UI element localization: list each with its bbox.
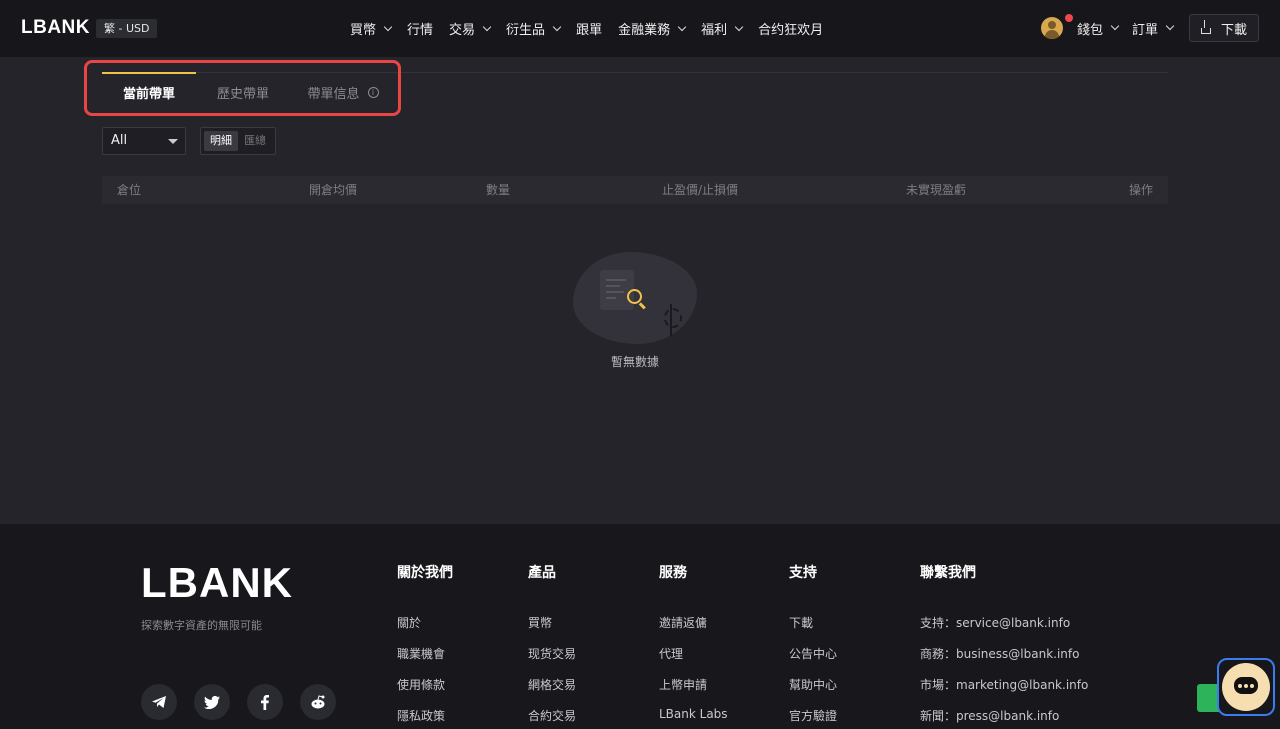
chevron-down-icon [1110,21,1120,31]
wallet-menu[interactable]: 錢包 [1077,19,1120,38]
nav-markets[interactable]: 行情 [407,19,433,38]
chevron-down-icon [552,22,562,31]
main-nav: 買幣 行情 交易 衍生品 跟單 金融業務 福利 合约狂欢月 [350,0,839,57]
annotation-highlight-box [84,60,401,116]
nav-contract-carnival[interactable]: 合约狂欢月 [758,19,823,38]
footer-col-about: 關於我們 關於 職業機會 使用條款 隱私政策 [397,562,453,729]
footer-link[interactable]: 關於 [397,614,453,645]
footer-link[interactable]: 公告中心 [789,645,837,676]
footer-link[interactable]: 網格交易 [528,676,576,707]
download-icon [1200,19,1211,34]
footer-col-products: 產品 買幣 现货交易 網格交易 合約交易 [528,562,576,729]
footer-link[interactable]: 上幣申請 [659,676,728,707]
toggle-summary[interactable]: 匯總 [238,131,272,151]
footer: LBANK 探索數字資產的無限可能 關於我們 關於 職業機會 使用條款 隱私政策… [0,524,1280,729]
chevron-down-icon [1165,21,1175,31]
footer-link[interactable]: 下載 [789,614,837,645]
social-links [141,684,336,720]
footer-link[interactable]: 合約交易 [528,707,576,729]
col-position: 倉位 [117,183,142,197]
magnifier-icon [627,289,642,304]
notification-dot [1065,14,1073,22]
nav-copy-trading[interactable]: 跟單 [576,19,602,38]
empty-message: 暫無數據 [610,355,659,369]
footer-col-title: 產品 [528,565,556,581]
toggle-detail[interactable]: 明細 [204,131,238,151]
col-avg-open-price: 開倉均價 [309,183,358,197]
contact-business-email[interactable]: 商務：business@lbank.info [920,645,1088,676]
footer-col-title: 關於我們 [397,565,453,581]
footer-col-support: 支持 下載 公告中心 幫助中心 官方驗證 [789,562,837,729]
contact-support-email[interactable]: 支持：service@lbank.info [920,614,1088,645]
footer-logo[interactable]: LBANK [141,559,293,607]
contact-marketing-email[interactable]: 市場：marketing@lbank.info [920,676,1088,707]
chevron-down-icon [734,22,744,31]
col-tp-sl: 止盈價/止損價 [662,183,739,197]
user-avatar[interactable] [1040,17,1063,39]
footer-link[interactable]: 職業機會 [397,645,453,676]
language-currency-selector[interactable]: 繁 - USD [96,19,158,38]
footer-link[interactable]: 幫助中心 [789,676,837,707]
positions-table-header: 倉位 開倉均價 數量 止盈價/止損價 未實現盈虧 操作 [102,176,1168,204]
nav-buy-crypto[interactable]: 買幣 [350,19,393,38]
contact-press-email[interactable]: 新聞：press@lbank.info [920,707,1088,729]
footer-col-title: 聯繫我們 [920,565,976,581]
footer-link[interactable]: 官方驗證 [789,707,837,729]
col-actions: 操作 [1129,183,1154,197]
empty-state: 暫無數據 [560,250,710,370]
top-header: LBANK 繁 - USD 買幣 行情 交易 衍生品 跟單 金融業務 福利 合约… [0,0,1280,57]
footer-link[interactable]: 隱私政策 [397,707,453,729]
download-button[interactable]: 下載 [1188,14,1259,42]
facebook-icon[interactable] [247,684,283,720]
orders-menu[interactable]: 訂單 [1132,19,1175,38]
nav-finance[interactable]: 金融業務 [618,19,687,38]
chat-icon [1234,677,1258,694]
footer-link[interactable]: 買幣 [528,614,576,645]
footer-col-contact: 聯繫我們 支持：service@lbank.info 商務：business@l… [920,562,1088,729]
chat-support-button[interactable] [1217,658,1275,716]
footer-col-title: 支持 [789,565,817,581]
reddit-icon[interactable] [300,684,336,720]
footer-slogan: 探索數字資產的無限可能 [141,619,262,632]
plant-icon [664,300,682,336]
nav-trade[interactable]: 交易 [449,19,492,38]
chevron-down-icon [677,22,687,31]
footer-link[interactable]: 邀請返傭 [659,614,728,645]
header-right: 錢包 訂單 下載 [1040,14,1259,42]
nav-rewards[interactable]: 福利 [701,19,744,38]
col-quantity: 數量 [486,183,511,197]
footer-link[interactable]: 现货交易 [528,645,576,676]
footer-col-services: 服務 邀請返傭 代理 上幣申請 LBank Labs [659,562,728,729]
footer-link[interactable]: 使用條款 [397,676,453,707]
caret-down-icon [168,139,178,144]
symbol-filter-select[interactable]: All [102,127,186,155]
footer-col-title: 服務 [659,565,687,581]
twitter-icon[interactable] [194,684,230,720]
footer-link[interactable]: LBank Labs [659,707,728,729]
nav-derivatives[interactable]: 衍生品 [506,19,562,38]
telegram-icon[interactable] [141,684,177,720]
view-mode-toggle: 明細 匯總 [200,127,276,155]
chevron-down-icon [482,22,492,31]
footer-link[interactable]: 代理 [659,645,728,676]
col-unrealized-pnl: 未實現盈虧 [906,183,967,197]
lbank-logo[interactable]: LBANK [21,17,90,39]
chevron-down-icon [383,22,393,31]
